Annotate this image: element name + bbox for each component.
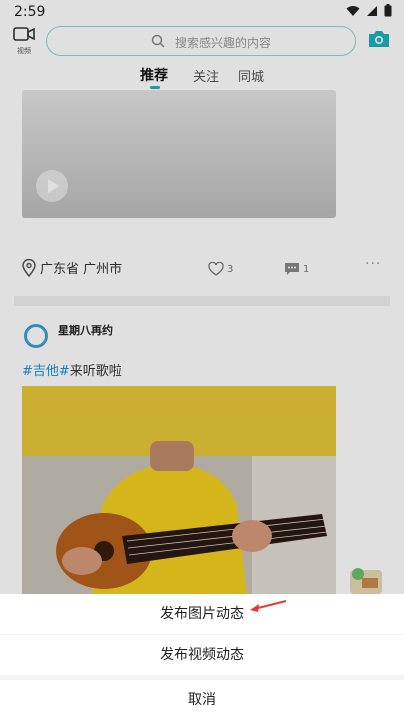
cancel-button[interactable]: 取消 — [0, 680, 404, 720]
red-arrow-annotation — [250, 600, 287, 612]
publish-image-post-button[interactable]: 发布图片动态 — [0, 594, 404, 634]
action-sheet: 发布图片动态 发布视频动态 取消 — [0, 594, 404, 720]
publish-video-post-button[interactable]: 发布视频动态 — [0, 635, 404, 675]
